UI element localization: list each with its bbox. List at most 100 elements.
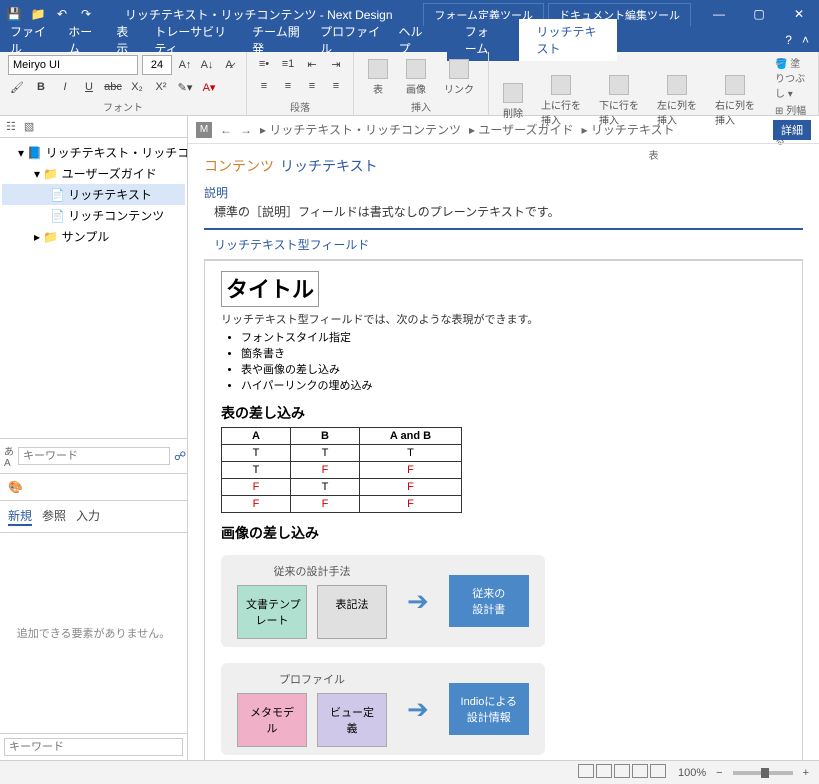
insert-image-button[interactable]: 画像 bbox=[400, 57, 432, 98]
rich-caption: リッチテキスト型フィールドでは、次のような表現ができます。 bbox=[221, 311, 786, 327]
indent-icon[interactable]: ⇥ bbox=[327, 55, 345, 73]
tree-tab-icon[interactable]: ☷ bbox=[6, 120, 16, 133]
outdent-icon[interactable]: ⇤ bbox=[303, 55, 321, 73]
grow-font-icon[interactable]: A↑ bbox=[176, 56, 194, 74]
result-box-2: Indioによる 設計情報 bbox=[449, 683, 529, 735]
list-item: 箇条書き bbox=[241, 345, 786, 361]
statusbar: 100% − + bbox=[0, 760, 819, 784]
sidebar: ☷ ▧ ▾ 📘 リッチテキスト・リッチコンテンツ ▾ 📁 ユーザーズガイド 📄 … bbox=[0, 116, 188, 760]
list-item: 表や画像の差し込み bbox=[241, 361, 786, 377]
zoom-in-button[interactable]: + bbox=[803, 767, 809, 779]
box-template: 文書テンプ レート bbox=[237, 585, 307, 639]
tree-tab-icon2[interactable]: ▧ bbox=[24, 120, 34, 133]
highlight-icon[interactable]: ✎▾ bbox=[176, 78, 194, 96]
model-icon: M bbox=[196, 122, 212, 138]
rich-field: リッチテキスト型フィールド タイトル リッチテキスト型フィールドでは、次のような… bbox=[204, 228, 803, 760]
ribbon: A↑ A↓ A̷ 🖌 B I U abc X₂ X² ✎▾ A▾ フォント ≡•… bbox=[0, 52, 819, 116]
rich-bullets: フォントスタイル指定 箇条書き 表や画像の差し込み ハイパーリンクの埋め込み bbox=[241, 329, 786, 393]
nav-fwd-icon[interactable]: → bbox=[240, 123, 252, 137]
section-desc: 標準の［説明］フィールドは書式なしのプレーンテキストです。 bbox=[214, 203, 803, 220]
truth-table: ABA and B TTT TFF FTF FFF bbox=[221, 427, 462, 513]
arrow-icon: ➔ bbox=[407, 586, 429, 617]
maximize-icon[interactable]: ▢ bbox=[745, 7, 773, 21]
h-image: 画像の差し込み bbox=[221, 523, 786, 543]
tree-sample[interactable]: ▸ 📁 サンプル bbox=[2, 226, 185, 247]
tree-root[interactable]: ▾ 📘 リッチテキスト・リッチコンテンツ bbox=[2, 142, 185, 163]
nav-back-icon[interactable]: ← bbox=[220, 123, 232, 137]
lang-icon[interactable]: あA bbox=[4, 443, 14, 469]
minimize-icon[interactable]: — bbox=[705, 7, 733, 21]
detail-button[interactable]: 詳細 bbox=[773, 120, 811, 140]
font-color-icon[interactable]: A▾ bbox=[200, 78, 218, 96]
zoom-out-button[interactable]: − bbox=[716, 767, 722, 779]
diagram-2: プロファイル メタモデル ビュー定義 ➔ Indioによる 設計情報 bbox=[221, 663, 545, 755]
col-left-icon bbox=[667, 75, 687, 95]
strike-button[interactable]: abc bbox=[104, 78, 122, 96]
main: M ← → ▸ リッチテキスト・リッチコンテンツ ▸ ユーザーズガイド ▸ リッ… bbox=[188, 116, 819, 760]
row-above-icon bbox=[551, 75, 571, 95]
link-icon bbox=[449, 59, 469, 79]
bullets-icon[interactable]: ≡• bbox=[255, 55, 273, 73]
ribbon-label-insert: 挿入 bbox=[362, 99, 480, 114]
insert-link-button[interactable]: リンク bbox=[438, 57, 480, 98]
undo-icon[interactable]: ↶ bbox=[54, 6, 70, 22]
redo-icon[interactable]: ↷ bbox=[78, 6, 94, 22]
filter-icon[interactable]: ☍ bbox=[174, 449, 186, 463]
fill-button[interactable]: 🪣 塗りつぶし ▾ bbox=[775, 55, 810, 100]
tree-richcontent[interactable]: 📄 リッチコンテンツ bbox=[2, 205, 185, 226]
insert-table-button[interactable]: 表 bbox=[362, 57, 394, 98]
rich-title[interactable]: タイトル bbox=[221, 271, 319, 307]
box-notation: 表記法 bbox=[317, 585, 387, 639]
ribbon-label-font: フォント bbox=[8, 99, 238, 114]
view-mode-icons[interactable] bbox=[578, 764, 668, 781]
bold-button[interactable]: B bbox=[32, 78, 50, 96]
subscript-button[interactable]: X₂ bbox=[128, 78, 146, 96]
window-title: リッチテキスト・リッチコンテンツ - Next Design bbox=[94, 6, 423, 23]
align-center-icon[interactable]: ≡ bbox=[279, 77, 297, 95]
tab-new[interactable]: 新規 bbox=[8, 507, 32, 526]
underline-button[interactable]: U bbox=[80, 78, 98, 96]
h-table: 表の差し込み bbox=[221, 403, 786, 423]
breadcrumb: M ← → ▸ リッチテキスト・リッチコンテンツ ▸ ユーザーズガイド ▸ リッ… bbox=[188, 116, 819, 144]
search-input[interactable] bbox=[18, 447, 170, 465]
lower-body-empty: 追加できる要素がありません。 bbox=[0, 533, 187, 733]
help-icon[interactable]: ? bbox=[785, 33, 792, 47]
justify-icon[interactable]: ≡ bbox=[327, 77, 345, 95]
ribbon-group-table: 削除 上に行を 挿入 下に行を 挿入 左に列を 挿入 右に列を 挿入 🪣 塗りつ… bbox=[489, 52, 819, 115]
menubar: ファイル ホーム 表示 トレーサビリティ チーム開発 プロファイル ヘルプ フォ… bbox=[0, 28, 819, 52]
tab-ref[interactable]: 参照 bbox=[42, 507, 66, 526]
align-right-icon[interactable]: ≡ bbox=[303, 77, 321, 95]
tree-userguide[interactable]: ▾ 📁 ユーザーズガイド bbox=[2, 163, 185, 184]
delete-icon bbox=[503, 83, 523, 103]
list-item: ハイパーリンクの埋め込み bbox=[241, 377, 786, 393]
page-title: コンテンツリッチテキスト bbox=[204, 156, 803, 176]
format-painter-icon[interactable]: 🖌 bbox=[8, 78, 26, 96]
font-name-input[interactable] bbox=[8, 55, 138, 75]
tree-tabs: ☷ ▧ bbox=[0, 116, 187, 138]
italic-button[interactable]: I bbox=[56, 78, 74, 96]
tree-richtext[interactable]: 📄 リッチテキスト bbox=[2, 184, 185, 205]
superscript-button[interactable]: X² bbox=[152, 78, 170, 96]
shrink-font-icon[interactable]: A↓ bbox=[198, 56, 216, 74]
numbering-icon[interactable]: ≡1 bbox=[279, 55, 297, 73]
result-box-1: 従来の 設計書 bbox=[449, 575, 529, 627]
crumb-1[interactable]: ▸ ユーザーズガイド bbox=[469, 121, 574, 138]
font-size-input[interactable] bbox=[142, 55, 172, 75]
crumb-2[interactable]: ▸ リッチテキスト bbox=[582, 121, 675, 138]
close-icon[interactable]: ✕ bbox=[785, 7, 813, 21]
save-icon[interactable]: 💾 bbox=[6, 6, 22, 22]
palette-icon[interactable]: 🎨 bbox=[8, 480, 23, 494]
zoom-slider[interactable] bbox=[733, 771, 793, 775]
clear-format-icon[interactable]: A̷ bbox=[220, 56, 238, 74]
folder-icon[interactable]: 📁 bbox=[30, 6, 46, 22]
tab-input[interactable]: 入力 bbox=[76, 507, 100, 526]
keyword-input[interactable] bbox=[4, 738, 183, 756]
collapse-ribbon-icon[interactable]: ˄ bbox=[802, 33, 809, 47]
box-viewdef: ビュー定義 bbox=[317, 693, 387, 747]
crumb-0[interactable]: ▸ リッチテキスト・リッチコンテンツ bbox=[260, 121, 461, 138]
rich-editor[interactable]: タイトル リッチテキスト型フィールドでは、次のような表現ができます。 フォントス… bbox=[204, 260, 803, 760]
lower-tabs: 🎨 bbox=[0, 474, 187, 501]
section-label-desc: 説明 bbox=[204, 184, 803, 201]
align-left-icon[interactable]: ≡ bbox=[255, 77, 273, 95]
zoom-label: 100% bbox=[678, 767, 706, 779]
